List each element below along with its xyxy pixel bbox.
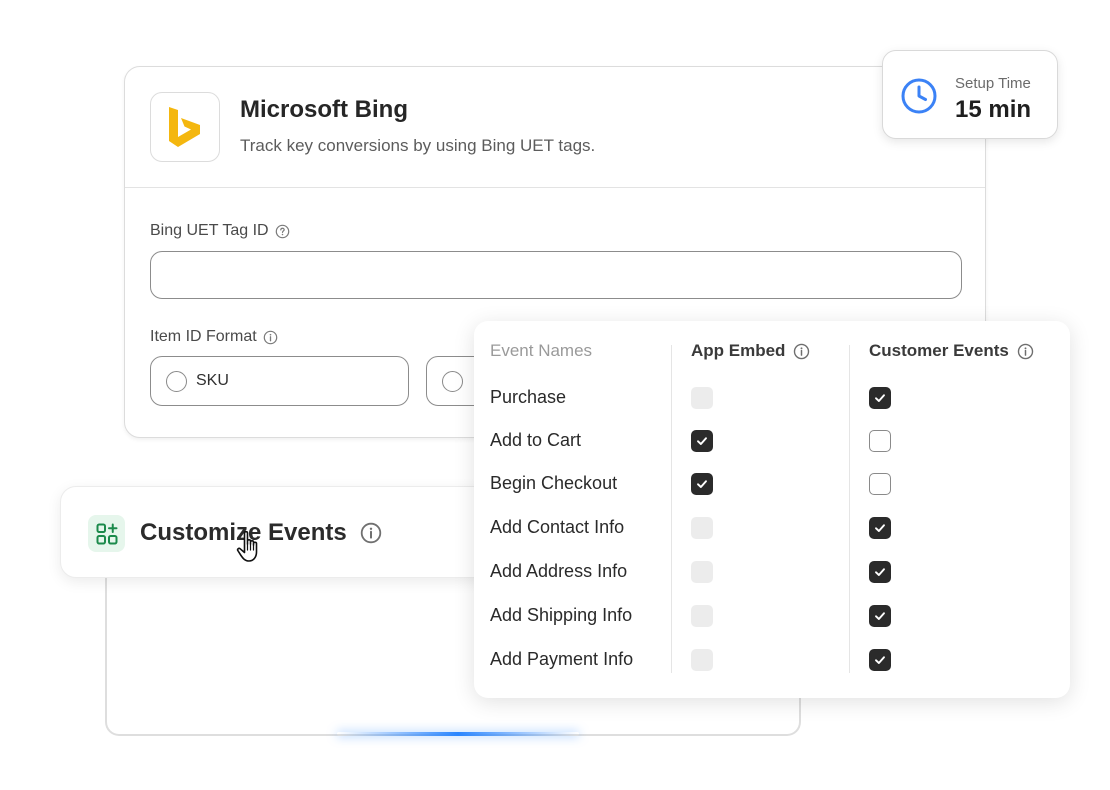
customer-events-checkbox[interactable]	[869, 649, 891, 671]
customer-events-checkbox[interactable]	[869, 473, 891, 495]
check-icon	[697, 480, 707, 488]
info-icon[interactable]	[263, 330, 278, 345]
customer-events-checkbox[interactable]	[869, 430, 891, 452]
events-table: Event Names App Embed Customer Events Pu…	[474, 321, 1070, 698]
tag-id-input[interactable]	[150, 251, 962, 299]
table-row: Add Contact Info	[474, 508, 1070, 548]
event-name: Add Payment Info	[490, 649, 634, 669]
table-row: Purchase	[474, 378, 1070, 418]
bing-card-header: Microsoft Bing Track key conversions by …	[125, 67, 985, 188]
apps-add-icon	[88, 515, 125, 552]
item-id-option-sku[interactable]: SKU	[150, 356, 409, 406]
radio-label: SKU	[196, 372, 229, 389]
header-customer-events-text: Customer Events	[869, 341, 1009, 360]
app-embed-checkbox	[691, 561, 713, 583]
item-id-format-label: Item ID Format	[150, 328, 278, 346]
app-embed-checkbox[interactable]	[691, 430, 713, 452]
bing-logo	[150, 92, 220, 162]
customer-events-checkbox[interactable]	[869, 605, 891, 627]
loading-glow-line	[337, 732, 579, 736]
customer-events-checkbox[interactable]	[869, 561, 891, 583]
header-event-names-text: Event Names	[490, 341, 593, 360]
customer-events-checkbox[interactable]	[869, 517, 891, 539]
check-icon	[875, 612, 885, 620]
table-row: Add Address Info	[474, 552, 1070, 592]
help-circle-icon[interactable]	[275, 224, 290, 239]
hand-pointer-cursor-icon	[236, 530, 258, 562]
check-icon	[697, 437, 707, 445]
clock-icon	[901, 78, 937, 114]
integration-title: Microsoft Bing	[240, 96, 408, 123]
app-embed-checkbox[interactable]	[691, 473, 713, 495]
event-name: Purchase	[490, 387, 567, 407]
table-row: Add to Cart	[474, 421, 1070, 461]
header-app-embed-text: App Embed	[691, 341, 786, 360]
bing-logo-icon	[169, 107, 200, 147]
event-name: Add Contact Info	[490, 517, 625, 537]
event-name: Add Address Info	[490, 561, 628, 581]
event-name: Add to Cart	[490, 430, 582, 450]
info-icon[interactable]	[1017, 343, 1034, 360]
customer-events-checkbox[interactable]	[869, 387, 891, 409]
tag-id-label: Bing UET Tag ID	[150, 222, 290, 240]
radio-circle[interactable]	[442, 370, 463, 392]
app-embed-checkbox	[691, 649, 713, 671]
check-icon	[875, 656, 885, 664]
integration-description: Track key conversions by using Bing UET …	[240, 136, 596, 155]
header-event-names: Event Names	[490, 341, 592, 361]
info-icon[interactable]	[360, 522, 382, 549]
event-name: Add Shipping Info	[490, 605, 633, 625]
setup-time-value: 15 min	[955, 96, 1032, 123]
check-icon	[875, 568, 885, 576]
table-row: Begin Checkout	[474, 464, 1070, 504]
app-embed-checkbox	[691, 517, 713, 539]
item-id-format-label-text: Item ID Format	[150, 328, 257, 345]
check-icon	[875, 394, 885, 402]
header-app-embed: App Embed	[691, 341, 810, 361]
table-row: Add Shipping Info	[474, 596, 1070, 636]
app-embed-checkbox	[691, 605, 713, 627]
radio-circle[interactable]	[166, 370, 187, 392]
setup-time-badge: Setup Time 15 min	[882, 50, 1058, 139]
app-embed-checkbox	[691, 387, 713, 409]
info-icon[interactable]	[793, 343, 810, 360]
tag-id-label-text: Bing UET Tag ID	[150, 222, 269, 239]
setup-time-label: Setup Time	[955, 75, 1031, 92]
table-row: Add Payment Info	[474, 640, 1070, 680]
header-customer-events: Customer Events	[869, 341, 1034, 361]
check-icon	[875, 524, 885, 532]
event-name: Begin Checkout	[490, 473, 618, 493]
